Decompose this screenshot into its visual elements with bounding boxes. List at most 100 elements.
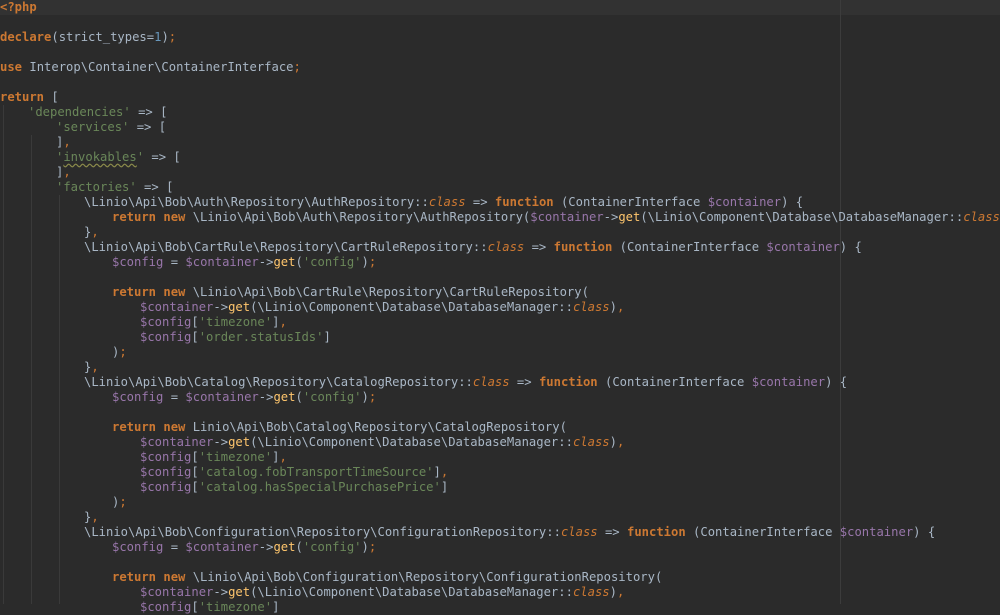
code-token: 'timezone' bbox=[199, 600, 272, 614]
code-token: $container bbox=[708, 195, 781, 209]
code-token: ) bbox=[610, 300, 617, 314]
code-token: get bbox=[273, 390, 295, 404]
code-token: ; bbox=[369, 390, 376, 404]
code-line[interactable]: \Linio\Api\Bob\Auth\Repository\AuthRepos… bbox=[84, 195, 803, 210]
code-line[interactable]: $container->get(\Linio\Component\Databas… bbox=[140, 585, 624, 600]
code-token: (strict_types= bbox=[51, 30, 154, 44]
code-token: 'dependencies' bbox=[28, 105, 131, 119]
code-editor[interactable]: <?php declare(strict_types=1);use Interop… bbox=[0, 0, 1000, 604]
code-token: [ bbox=[51, 90, 58, 104]
code-token: 'timezone' bbox=[199, 315, 272, 329]
code-token: \Linio\Api\Bob\Auth\Repository\AuthRepos… bbox=[84, 195, 429, 209]
code-line[interactable]: \Linio\Api\Bob\Catalog\Repository\Catalo… bbox=[84, 375, 847, 390]
code-token: \Linio\Api\Bob\Configuration\Repository\… bbox=[84, 525, 561, 539]
code-token: get bbox=[228, 300, 250, 314]
code-line[interactable]: $config['timezone'], bbox=[140, 315, 287, 330]
code-token: $config bbox=[140, 330, 191, 344]
code-line[interactable]: }, bbox=[84, 225, 99, 240]
code-token: 'factories' bbox=[56, 180, 137, 194]
code-token: ; bbox=[294, 60, 301, 74]
code-line[interactable]: return new \Linio\Api\Bob\Auth\Repositor… bbox=[112, 210, 1000, 225]
code-line[interactable]: return new Linio\Api\Bob\Catalog\Reposit… bbox=[112, 420, 567, 435]
code-line[interactable]: 'services' => [ bbox=[56, 120, 166, 135]
code-token: $container bbox=[140, 435, 213, 449]
code-token: class bbox=[429, 195, 466, 209]
code-line[interactable]: $config['catalog.fobTransportTimeSource'… bbox=[140, 465, 448, 480]
code-line[interactable]: <?php bbox=[0, 0, 37, 15]
code-token: 'catalog.fobTransportTimeSource' bbox=[199, 465, 434, 479]
code-token: , bbox=[617, 300, 624, 314]
code-token: [ bbox=[191, 450, 198, 464]
code-token: $config bbox=[140, 450, 191, 464]
code-token: class bbox=[573, 300, 610, 314]
code-token: 'catalog.hasSpecialPurchasePrice' bbox=[199, 480, 441, 494]
code-token: class bbox=[473, 375, 510, 389]
code-token: <?php bbox=[0, 0, 37, 14]
code-line[interactable]: }, bbox=[84, 510, 99, 525]
code-token: (ContainerInterface bbox=[693, 525, 840, 539]
code-token: (ContainerInterface bbox=[561, 195, 708, 209]
code-line[interactable]: ); bbox=[112, 495, 127, 510]
code-line[interactable]: ], bbox=[56, 135, 71, 150]
code-line[interactable]: $container->get(\Linio\Component\Databas… bbox=[140, 300, 624, 315]
code-token: \Linio\Api\Bob\CartRule\Repository\CartR… bbox=[84, 240, 488, 254]
code-token: -> bbox=[213, 435, 228, 449]
code-line[interactable]: $config['timezone'] bbox=[140, 600, 279, 615]
code-line[interactable]: 'dependencies' => [ bbox=[28, 105, 167, 120]
code-token: , bbox=[91, 225, 98, 239]
code-token: ; bbox=[369, 255, 376, 269]
code-line[interactable]: return new \Linio\Api\Bob\Configuration\… bbox=[112, 570, 662, 585]
code-token: ] bbox=[434, 465, 441, 479]
code-line[interactable]: ], bbox=[56, 165, 71, 180]
current-line-highlight bbox=[0, 0, 1000, 15]
code-line[interactable]: 'factories' => [ bbox=[56, 180, 173, 195]
code-line[interactable]: $config['catalog.hasSpecialPurchasePrice… bbox=[140, 480, 448, 495]
code-line[interactable]: 'invokables' => [ bbox=[56, 150, 181, 165]
code-token: => [ bbox=[129, 120, 166, 134]
code-line[interactable]: $config['order.statusIds'] bbox=[140, 330, 331, 345]
code-token: -> bbox=[259, 540, 274, 554]
code-token: $container bbox=[185, 255, 258, 269]
code-token: ) bbox=[362, 540, 369, 554]
code-token: ) { bbox=[840, 240, 862, 254]
code-token: \Linio\Api\Bob\Catalog\Repository\Catalo… bbox=[84, 375, 473, 389]
code-token: (ContainerInterface bbox=[620, 240, 767, 254]
code-token: $config bbox=[112, 255, 163, 269]
code-token: , bbox=[279, 315, 286, 329]
code-token: 'config' bbox=[303, 540, 362, 554]
code-token: ; bbox=[119, 345, 126, 359]
code-token: ) { bbox=[781, 195, 803, 209]
indent-guide bbox=[59, 195, 60, 604]
indent-guide bbox=[3, 105, 4, 604]
code-token: $container bbox=[530, 210, 603, 224]
code-line[interactable]: }, bbox=[84, 360, 99, 375]
code-token: = bbox=[163, 255, 185, 269]
code-line[interactable]: use Interop\Container\ContainerInterface… bbox=[0, 60, 301, 75]
code-line[interactable]: return new \Linio\Api\Bob\CartRule\Repos… bbox=[112, 285, 589, 300]
code-token: return bbox=[0, 90, 51, 104]
code-line[interactable]: \Linio\Api\Bob\Configuration\Repository\… bbox=[84, 525, 935, 540]
indent-guide bbox=[31, 135, 32, 604]
code-line[interactable]: $config = $container->get('config'); bbox=[112, 255, 376, 270]
code-token: $config bbox=[112, 390, 163, 404]
code-token: ] bbox=[323, 330, 330, 344]
code-token: class bbox=[488, 240, 525, 254]
code-line[interactable]: \Linio\Api\Bob\CartRule\Repository\CartR… bbox=[84, 240, 862, 255]
code-token: $container bbox=[752, 375, 825, 389]
code-token: => [ bbox=[131, 105, 168, 119]
code-token: [ bbox=[191, 315, 198, 329]
code-token: function bbox=[495, 195, 561, 209]
code-token: -> bbox=[259, 390, 274, 404]
code-token: [ bbox=[191, 480, 198, 494]
code-line[interactable]: declare(strict_types=1); bbox=[0, 30, 176, 45]
code-line[interactable]: $config = $container->get('config'); bbox=[112, 540, 376, 555]
code-token: ; bbox=[119, 495, 126, 509]
code-line[interactable]: $config['timezone'], bbox=[140, 450, 287, 465]
code-line[interactable]: $config = $container->get('config'); bbox=[112, 390, 376, 405]
code-line[interactable]: ); bbox=[112, 345, 127, 360]
code-token: ; bbox=[369, 540, 376, 554]
code-line[interactable]: $container->get(\Linio\Component\Databas… bbox=[140, 435, 624, 450]
code-line[interactable]: return [ bbox=[0, 90, 59, 105]
code-token: , bbox=[91, 510, 98, 524]
code-token: => bbox=[524, 240, 553, 254]
